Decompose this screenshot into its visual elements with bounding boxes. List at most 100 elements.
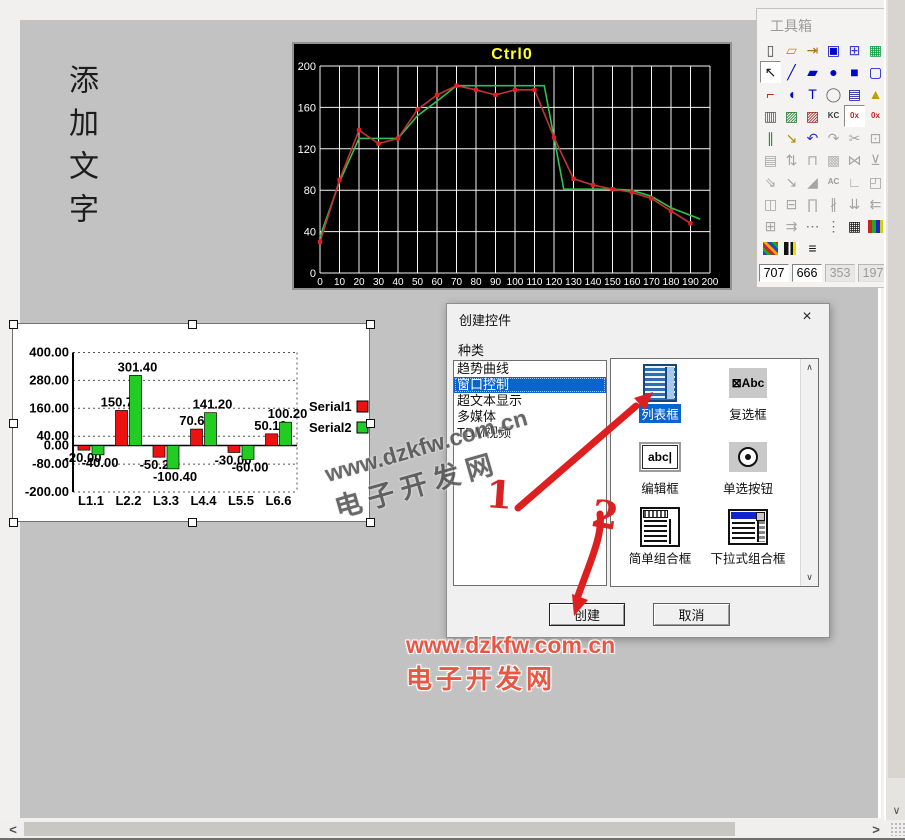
svg-text:-100.40: -100.40 (153, 469, 197, 484)
category-item[interactable]: TDM视频 (454, 425, 606, 441)
category-listbox[interactable]: 趋势曲线窗口控制超文本显示多媒体TDM视频 (453, 360, 607, 586)
svg-text:-200.00: -200.00 (25, 484, 69, 499)
scroll-left-icon[interactable]: < (2, 820, 24, 838)
svg-text:-80.00: -80.00 (32, 456, 69, 471)
svg-text:170: 170 (643, 277, 660, 288)
color-pick-icon[interactable] (760, 237, 781, 259)
save-icon[interactable]: ▣ (823, 39, 844, 61)
selection-handle[interactable] (366, 419, 375, 428)
roundrect-tool-icon[interactable]: ▢ (865, 61, 886, 83)
dots-v-icon[interactable]: ⋮ (823, 215, 844, 237)
toolbox-coordinate-fields: 707666353197 (759, 264, 888, 282)
cancel-button[interactable]: 取消 (653, 603, 730, 626)
rotate-free-icon: ◢ (802, 171, 823, 193)
scroll-right-icon[interactable]: > (865, 820, 887, 838)
selection-handle[interactable] (9, 419, 18, 428)
new-file-icon[interactable]: ▯ (760, 39, 781, 61)
selection-handle[interactable] (188, 320, 197, 329)
capture-window-icon[interactable]: ⊞ (844, 39, 865, 61)
selection-handle[interactable] (366, 320, 375, 329)
contrast-bars-icon[interactable] (781, 237, 802, 259)
open-folder-icon[interactable]: ▱ (781, 39, 802, 61)
control-option-label: 编辑框 (639, 478, 681, 497)
line-tool-icon[interactable]: ╱ (781, 61, 802, 83)
bar-chart-plot: 400.00280.00160.0040.000.00-80.00-200.00… (13, 324, 369, 521)
control-option-label: 简单组合框 (627, 548, 694, 567)
control-option-dropdown-combo[interactable]: 下拉式组合框 (707, 507, 789, 568)
svg-text:10: 10 (334, 277, 346, 288)
svg-text:100: 100 (507, 277, 524, 288)
control-option-checkbox[interactable]: ⊠Abc 复选框 (707, 363, 789, 424)
export-image-icon[interactable]: ↘ (781, 127, 802, 149)
vertical-scrollbar[interactable]: ∨ (884, 0, 905, 820)
green-pipes-icon[interactable]: ∥ (760, 127, 781, 149)
svg-text:200: 200 (702, 277, 719, 288)
text-tool-icon[interactable]: T (802, 83, 823, 105)
ox-control-icon[interactable]: 0x (844, 105, 865, 127)
control-option-editbox[interactable]: abc| 编辑框 (619, 437, 701, 498)
svg-text:100.20: 100.20 (268, 406, 308, 421)
scroll-up-icon[interactable]: ∧ (801, 359, 818, 376)
category-item[interactable]: 趋势曲线 (454, 361, 606, 377)
arc-tool-icon[interactable]: ◖ (781, 83, 802, 105)
category-item[interactable]: 多媒体 (454, 409, 606, 425)
palette-grid-icon[interactable] (865, 215, 886, 237)
trend-chart-object[interactable]: Ctrl0 0102030405060708090100110120130140… (292, 42, 732, 290)
close-icon[interactable]: × (793, 306, 821, 328)
control-option-simple-combo[interactable]: 简单组合框 (619, 507, 701, 568)
horizontal-scrollbar-thumb[interactable] (24, 822, 735, 836)
control-option-label: 下拉式组合框 (708, 548, 787, 567)
paste-icon: ▤ (760, 149, 781, 171)
svg-text:160: 160 (298, 102, 316, 114)
coordinate-field[interactable]: 666 (792, 264, 822, 282)
pattern-icon: ▩ (823, 149, 844, 171)
pipe-tool-icon[interactable]: ⌐ (760, 83, 781, 105)
grid-icon[interactable]: ▦ (844, 215, 865, 237)
align-left-icon: ◫ (760, 193, 781, 215)
scroll-down-icon[interactable]: ∨ (886, 800, 905, 820)
vertical-scrollbar-thumb[interactable] (888, 0, 905, 778)
image-r-icon[interactable]: ▨ (781, 105, 802, 127)
editbox-icon: abc| (639, 442, 681, 472)
scroll-down-icon[interactable]: ∨ (801, 569, 818, 586)
category-item[interactable]: 超文本显示 (454, 393, 606, 409)
ox-control-alt-icon[interactable]: 0x (865, 105, 886, 127)
polygon-tool-icon[interactable]: ▰ (802, 61, 823, 83)
selection-handle[interactable] (9, 320, 18, 329)
svg-text:40: 40 (392, 277, 404, 288)
svg-text:110: 110 (527, 277, 543, 288)
undo-icon[interactable]: ↶ (802, 127, 823, 149)
panel-scrollbar[interactable]: ∧ ∨ (800, 359, 818, 586)
control-option-label: 列表框 (639, 404, 681, 423)
radio-button-icon (729, 442, 767, 472)
select-cursor-icon[interactable]: ↖ (760, 61, 781, 83)
svg-text:280.00: 280.00 (29, 372, 69, 387)
ellipse-tool-icon[interactable]: ● (823, 61, 844, 83)
hlines-icon[interactable]: ≡ (802, 237, 823, 259)
import-export-icon[interactable]: ⇥ (802, 39, 823, 61)
dots-h-icon[interactable]: ⋯ (802, 215, 823, 237)
create-button[interactable]: 创建 (549, 603, 625, 626)
sparkle-report-icon[interactable]: ▥ (760, 105, 781, 127)
blob-tool-icon[interactable]: ◯ (823, 83, 844, 105)
selection-handle[interactable] (188, 518, 197, 527)
copy-icon: ⊡ (865, 127, 886, 149)
dropdown-combo-icon (728, 509, 768, 545)
category-item[interactable]: 窗口控制 (454, 377, 606, 393)
selection-handle[interactable] (366, 518, 375, 527)
alarm-tool-icon[interactable]: ▲ (865, 83, 886, 105)
report-display-icon[interactable]: ▤ (844, 83, 865, 105)
rectangle-tool-icon[interactable]: ■ (844, 61, 865, 83)
image-h-icon[interactable]: ▨ (802, 105, 823, 127)
screen-image-icon[interactable]: ▦ (865, 39, 886, 61)
control-option-radio[interactable]: 单选按钮 (707, 437, 789, 498)
kc-curve-icon[interactable]: KC (823, 105, 844, 127)
selection-handle[interactable] (9, 518, 18, 527)
control-option-listbox[interactable]: 列表框 (619, 363, 701, 424)
bar-chart-object[interactable]: 400.00280.00160.0040.000.00-80.00-200.00… (12, 323, 370, 522)
svg-text:400.00: 400.00 (29, 345, 69, 360)
horizontal-scrollbar[interactable]: < > (0, 820, 905, 838)
canvas-text-object[interactable]: 添加文字 (58, 64, 102, 236)
coordinate-field[interactable]: 707 (759, 264, 789, 282)
svg-text:0: 0 (317, 277, 323, 288)
